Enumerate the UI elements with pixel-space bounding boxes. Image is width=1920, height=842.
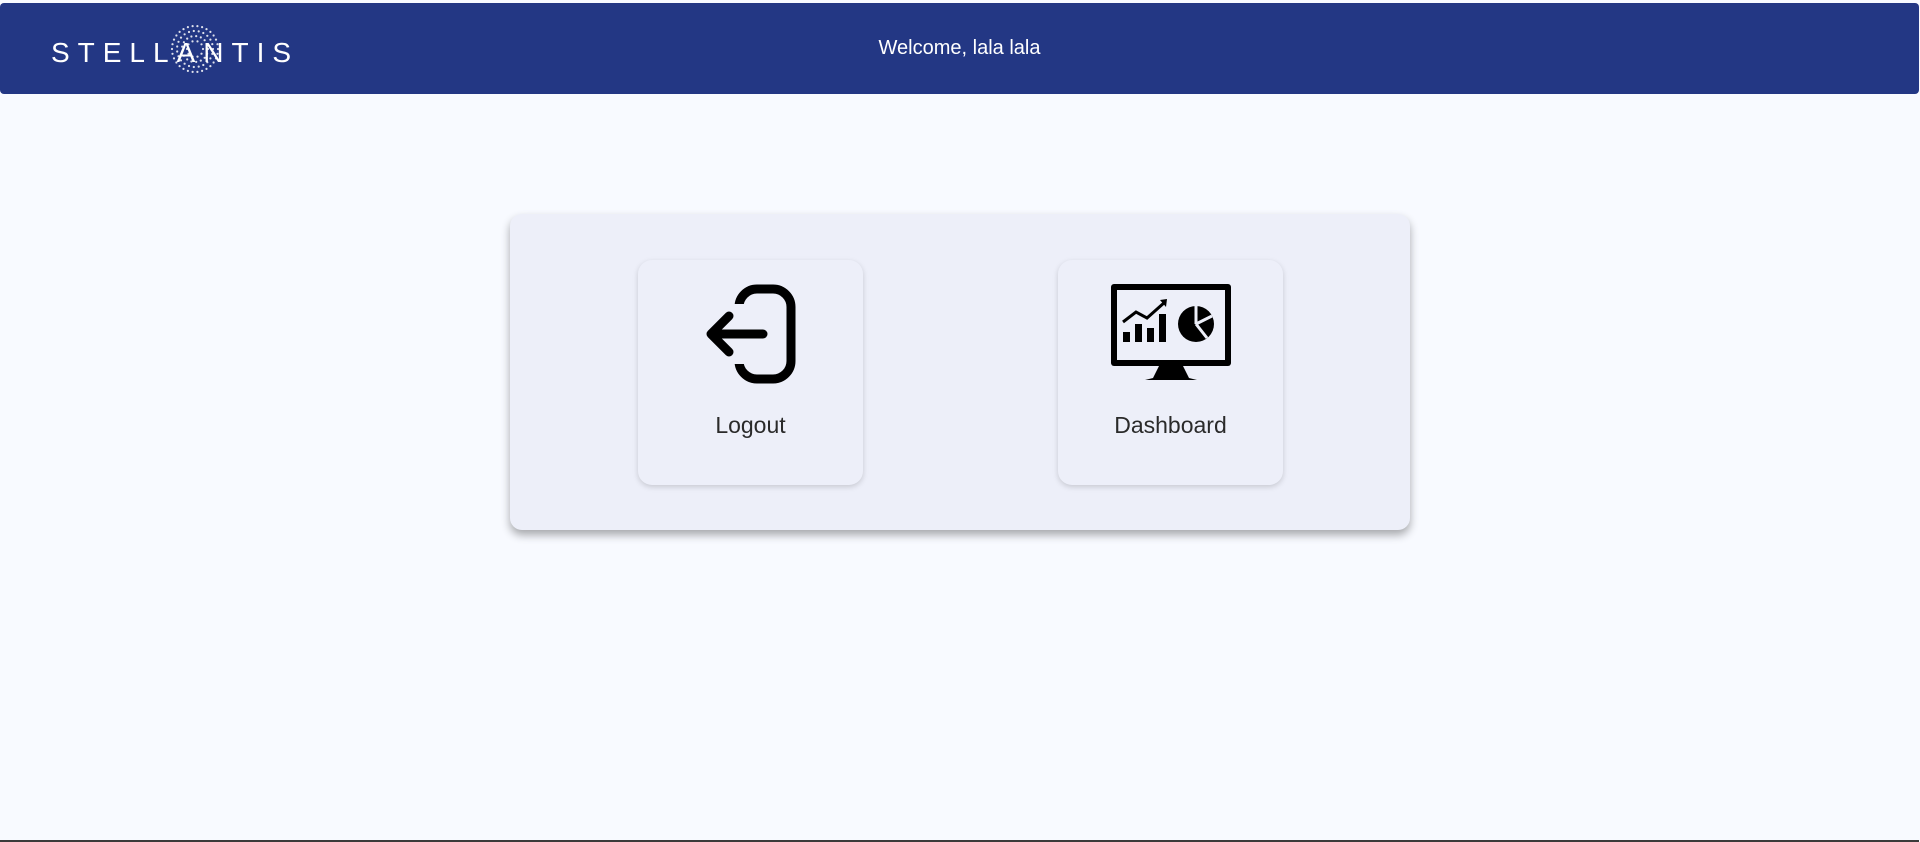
logout-icon — [706, 284, 795, 384]
logout-tile[interactable]: Logout — [638, 260, 863, 485]
stellantis-logo[interactable]: STELLANTIS — [30, 18, 320, 80]
logo-wordmark: STELLANTIS — [51, 37, 299, 68]
menu-panel: Logout Dashboard — [510, 214, 1410, 530]
dashboard-tile[interactable]: Dashboard — [1058, 260, 1283, 485]
top-header: STELLANTIS Welcome, lala lala — [0, 3, 1919, 94]
dashboard-monitor-icon — [1110, 284, 1231, 380]
dashboard-label: Dashboard — [1114, 412, 1227, 438]
logout-label: Logout — [715, 412, 786, 438]
